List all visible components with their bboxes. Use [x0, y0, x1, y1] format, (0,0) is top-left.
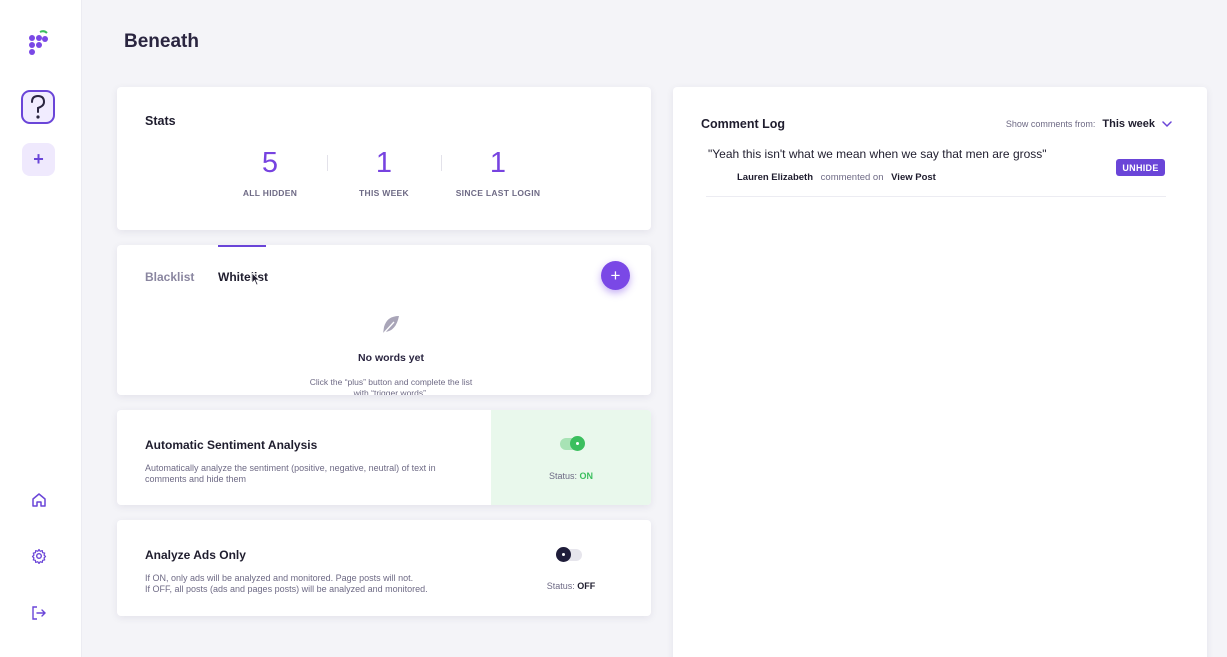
view-post-link[interactable]: View Post	[891, 172, 936, 183]
divider	[706, 196, 1166, 197]
stat-label: ALL HIDDEN	[242, 188, 298, 198]
comment-log-heading: Comment Log	[701, 117, 786, 131]
stat-label: SINCE LAST LOGIN	[455, 188, 541, 198]
help-button[interactable]	[21, 90, 55, 124]
chevron-down-icon[interactable]	[1162, 120, 1172, 128]
comment-text: "Yeah this isn't what we mean when we sa…	[708, 147, 1047, 161]
setting-description: If ON, only ads will be analyzed and mon…	[145, 573, 545, 595]
stat-label: THIS WEEK	[359, 188, 409, 198]
comment-filter: Show comments from: This week	[1006, 118, 1172, 130]
description-line: If ON, only ads will be analyzed and mon…	[145, 573, 414, 583]
stat-since-last-login: 1 SINCE LAST LOGIN	[443, 147, 553, 198]
setting-title: Analyze Ads Only	[145, 548, 246, 562]
toggle-knob	[556, 547, 571, 562]
comment-verb: commented on	[820, 172, 884, 183]
unhide-button[interactable]: UNHIDE	[1116, 159, 1165, 176]
home-icon-glyph	[32, 493, 46, 507]
logout-icon-glyph	[32, 606, 46, 620]
sentiment-analysis-card: Automatic Sentiment Analysis Automatical…	[117, 410, 651, 505]
grapes-logo[interactable]	[26, 30, 50, 56]
setting-title: Automatic Sentiment Analysis	[145, 438, 318, 452]
ads-only-status: Status: OFF	[521, 581, 621, 591]
stat-value: 1	[375, 147, 393, 179]
stat-divider	[441, 155, 442, 171]
stats-card: Stats 5 ALL HIDDEN 1 THIS WEEK 1 SINCE L…	[117, 87, 651, 230]
home-icon[interactable]	[29, 490, 49, 510]
status-label: Status:	[546, 581, 575, 591]
word-lists-card: Blacklist Whitelist + No words yet Click…	[117, 245, 651, 395]
add-word-button[interactable]: +	[601, 261, 630, 290]
toggle-knob	[570, 436, 585, 451]
page-title: Beneath	[124, 31, 199, 52]
empty-state-help: Click the “plus” button and complete the…	[309, 377, 473, 395]
add-page-button[interactable]: +	[22, 143, 55, 176]
analyze-ads-only-card: Analyze Ads Only If ON, only ads will be…	[117, 520, 651, 616]
logout-icon[interactable]	[29, 603, 49, 623]
stat-value: 1	[489, 147, 507, 179]
stat-value: 5	[261, 147, 279, 179]
gear-icon[interactable]	[29, 546, 49, 566]
status-value: OFF	[577, 581, 596, 591]
gear-icon-glyph	[31, 548, 47, 564]
stat-all-hidden: 5 ALL HIDDEN	[215, 147, 325, 198]
sentiment-toggle[interactable]	[560, 436, 585, 451]
active-tab-indicator	[218, 245, 266, 247]
empty-state-title: No words yet	[358, 352, 424, 364]
filter-dropdown[interactable]: This week	[1102, 118, 1155, 130]
filter-label: Show comments from:	[1005, 119, 1096, 129]
comment-meta: Lauren Elizabeth commented on View Post	[737, 172, 936, 183]
sidebar: +	[0, 0, 82, 657]
feather-icon	[382, 316, 399, 335]
stat-this-week: 1 THIS WEEK	[329, 147, 439, 198]
status-value: ON	[579, 471, 594, 481]
comment-log-card: Comment Log Show comments from: This wee…	[673, 87, 1207, 657]
sentiment-status: Status: ON	[521, 471, 621, 481]
stat-divider	[327, 155, 328, 171]
stats-heading: Stats	[145, 114, 176, 128]
setting-description: Automatically analyze the sentiment (pos…	[145, 463, 436, 484]
ads-only-toggle[interactable]	[556, 547, 582, 562]
mouse-cursor-icon	[251, 272, 261, 286]
description-line: If OFF, all posts (ads and pages posts) …	[145, 584, 428, 594]
sentiment-status-pane	[491, 410, 651, 505]
question-mark-icon	[31, 94, 46, 119]
status-label: Status:	[548, 471, 577, 481]
comment-author: Lauren Elizabeth	[737, 172, 814, 183]
tab-blacklist[interactable]: Blacklist	[145, 270, 194, 284]
